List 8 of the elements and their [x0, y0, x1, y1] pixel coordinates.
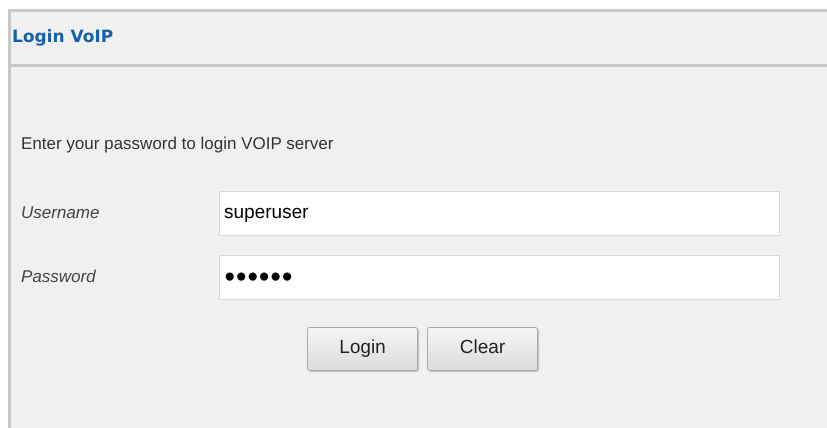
field-label: Password — [21, 266, 97, 288]
field-label: Username — [21, 202, 100, 224]
form-button[interactable]: Clear — [427, 326, 538, 370]
input-field[interactable]: superuser — [219, 190, 780, 236]
input-field[interactable]: ●●●●●● — [219, 254, 780, 300]
form-button[interactable]: Login — [307, 326, 418, 370]
panel-title: Login VoIP — [12, 26, 114, 50]
instruction-text: Enter your password to login VOIP server — [21, 133, 334, 155]
